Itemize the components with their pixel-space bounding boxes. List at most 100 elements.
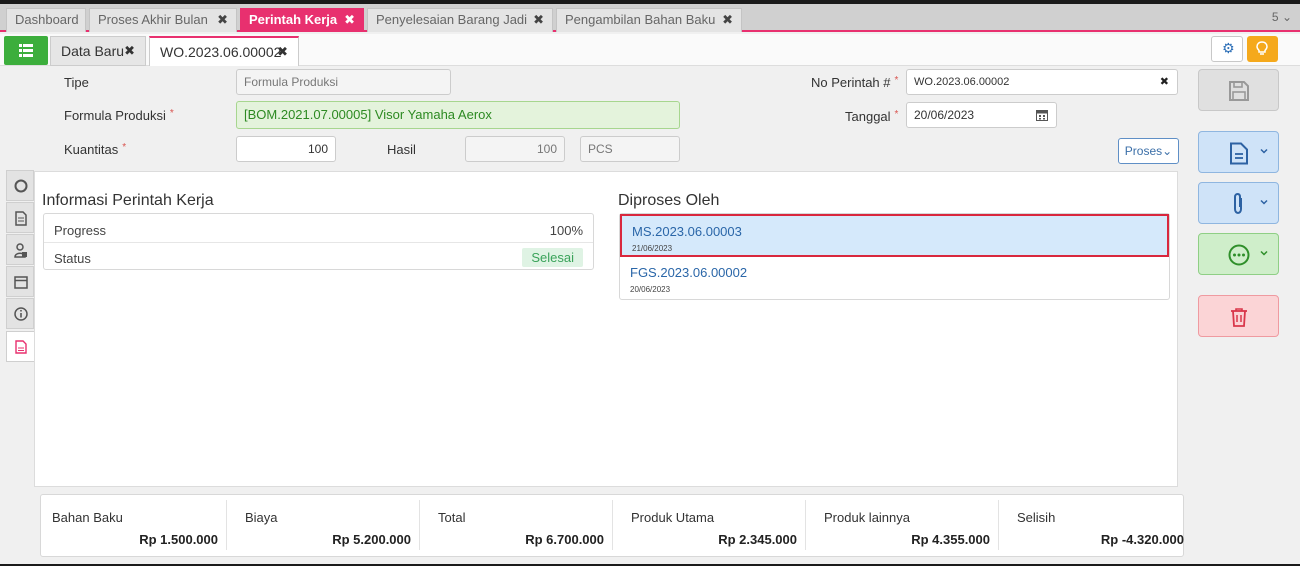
more-icon xyxy=(1228,244,1250,266)
status-badge: Selesai xyxy=(522,248,583,267)
summary-produk-utama: Produk Utama Rp 2.345.000 xyxy=(620,500,806,550)
summary-value: Rp 4.355.000 xyxy=(911,532,990,547)
tab-count-dropdown[interactable]: 5 ⌄ xyxy=(1272,10,1292,24)
tab-penyelesaian-barang-jadi[interactable]: Penyelesaian Barang Jadi ✖ xyxy=(367,8,553,32)
summary-label: Biaya xyxy=(245,510,278,525)
user-lock-icon xyxy=(14,243,27,258)
summary-label: Total xyxy=(438,510,466,525)
no-perintah-label: No Perintah # * xyxy=(811,75,899,90)
file-report-icon xyxy=(15,340,27,354)
save-icon xyxy=(1229,81,1249,101)
status-label: Status xyxy=(54,251,91,266)
tanggal-label: Tanggal * xyxy=(845,109,899,124)
chevron-down-icon: ⌄ xyxy=(1281,10,1292,24)
info-title: Informasi Perintah Kerja xyxy=(42,192,214,209)
hasil-field: 100 xyxy=(465,136,565,162)
tab-perintah-kerja[interactable]: Perintah Kerja ✖ xyxy=(240,8,364,32)
side-tab-overview[interactable] xyxy=(6,170,34,201)
tab-pengambilan-bahan-baku[interactable]: Pengambilan Bahan Baku ✖ xyxy=(556,8,742,32)
diproses-list: MS.2023.06.00003 21/06/2023 FGS.2023.06.… xyxy=(619,213,1170,300)
side-tab-report[interactable] xyxy=(6,331,34,362)
side-tab-document[interactable] xyxy=(6,202,34,233)
side-tab-calendar[interactable] xyxy=(6,266,34,297)
close-icon[interactable]: ✖ xyxy=(344,9,355,31)
tab-wo-document[interactable]: WO.2023.06.00002 ✖ xyxy=(149,36,299,66)
kuantitas-input[interactable]: 100 xyxy=(236,136,336,162)
chevron-down-icon: ⌄ xyxy=(1162,144,1173,158)
tab-label: Data Baru xyxy=(61,43,125,59)
tab-label: Penyelesaian Barang Jadi xyxy=(376,12,528,27)
summary-selisih: Selisih Rp -4.320.000 xyxy=(1006,500,1192,550)
item-date: 21/06/2023 xyxy=(632,244,673,253)
side-tab-user[interactable] xyxy=(6,234,34,265)
progress-label: Progress xyxy=(54,223,107,238)
tab-count: 5 xyxy=(1271,10,1279,24)
info-icon xyxy=(14,307,28,321)
progress-value: 100% xyxy=(549,223,583,238)
app-window: Dashboard Proses Akhir Bulan ✖ Perintah … xyxy=(0,4,1300,564)
close-icon[interactable]: ✖ xyxy=(533,9,544,31)
chevron-down-icon xyxy=(1260,148,1268,154)
diproses-title: Diproses Oleh xyxy=(618,192,720,209)
chevron-down-icon xyxy=(1260,250,1268,256)
formula-field[interactable]: [BOM.2021.07.00005] Visor Yamaha Aerox xyxy=(236,101,680,129)
settings-button[interactable]: ⚙ xyxy=(1211,36,1243,62)
delete-button[interactable] xyxy=(1198,295,1279,337)
save-button[interactable] xyxy=(1198,69,1279,111)
summary-value: Rp 1.500.000 xyxy=(139,532,218,547)
side-tab-info[interactable] xyxy=(6,298,34,329)
proses-dropdown-button[interactable]: Proses⌄ xyxy=(1118,138,1179,164)
trash-icon xyxy=(1231,308,1247,327)
tips-button[interactable] xyxy=(1247,36,1278,62)
calendar-icon[interactable] xyxy=(1036,109,1048,121)
item-code-link[interactable]: FGS.2023.06.00002 xyxy=(630,265,747,280)
summary-label: Produk lainnya xyxy=(824,510,910,525)
tab-data-baru[interactable]: Data Baru ✖ xyxy=(50,36,146,66)
summary-total: Total Rp 6.700.000 xyxy=(427,500,613,550)
item-code-link[interactable]: MS.2023.06.00003 xyxy=(632,224,742,239)
document-menu-button[interactable] xyxy=(1198,131,1279,173)
divider xyxy=(44,242,593,243)
summary-bahan-baku: Bahan Baku Rp 1.500.000 xyxy=(41,500,227,550)
info-box: Progress 100% Status Selesai xyxy=(43,213,594,270)
summary-value: Rp -4.320.000 xyxy=(1100,532,1184,547)
tab-label: WO.2023.06.00002 xyxy=(160,44,282,60)
summary-value: Rp 5.200.000 xyxy=(332,532,411,547)
document-icon xyxy=(15,211,27,226)
attachment-button[interactable] xyxy=(1198,182,1279,224)
summary-label: Bahan Baku xyxy=(52,510,123,525)
cost-summary-bar: Bahan Baku Rp 1.500.000 Biaya Rp 5.200.0… xyxy=(40,494,1184,557)
list-item[interactable]: MS.2023.06.00003 21/06/2023 xyxy=(620,214,1169,257)
unit-field: PCS xyxy=(580,136,680,162)
clear-icon[interactable]: ✖ xyxy=(1160,70,1169,94)
detail-panel: Informasi Perintah Kerja Progress 100% S… xyxy=(34,171,1178,487)
menu-button[interactable] xyxy=(4,36,48,65)
summary-value: Rp 2.345.000 xyxy=(718,532,797,547)
hasil-label: Hasil xyxy=(387,142,416,157)
item-date: 20/06/2023 xyxy=(630,285,671,294)
close-icon[interactable]: ✖ xyxy=(277,38,288,66)
tab-label: Proses Akhir Bulan xyxy=(98,12,208,27)
tab-dashboard[interactable]: Dashboard xyxy=(6,8,86,32)
tanggal-input[interactable]: 20/06/2023 xyxy=(906,102,1057,128)
tab-proses-akhir-bulan[interactable]: Proses Akhir Bulan ✖ xyxy=(89,8,237,32)
no-perintah-field[interactable]: WO.2023.06.00002 ✖ xyxy=(906,69,1178,95)
top-tab-bar: Dashboard Proses Akhir Bulan ✖ Perintah … xyxy=(0,4,1300,32)
list-icon xyxy=(19,44,33,57)
summary-biaya: Biaya Rp 5.200.000 xyxy=(234,500,420,550)
summary-label: Produk Utama xyxy=(631,510,715,525)
close-icon[interactable]: ✖ xyxy=(124,37,135,65)
close-icon[interactable]: ✖ xyxy=(722,9,733,31)
summary-produk-lainnya: Produk lainnya Rp 4.355.000 xyxy=(813,500,999,550)
formula-label: Formula Produksi * xyxy=(64,108,174,123)
more-actions-button[interactable] xyxy=(1198,233,1279,275)
close-icon[interactable]: ✖ xyxy=(217,9,228,31)
gear-icon: ⚙ xyxy=(1222,40,1235,56)
kuantitas-label: Kuantitas * xyxy=(64,142,127,157)
chevron-down-icon xyxy=(1260,199,1268,205)
paperclip-icon xyxy=(1234,192,1242,215)
tab-label: Pengambilan Bahan Baku xyxy=(565,12,716,27)
list-item[interactable]: FGS.2023.06.00002 20/06/2023 xyxy=(620,258,1169,300)
tab-label: Perintah Kerja xyxy=(249,12,338,27)
circle-icon xyxy=(14,179,28,193)
